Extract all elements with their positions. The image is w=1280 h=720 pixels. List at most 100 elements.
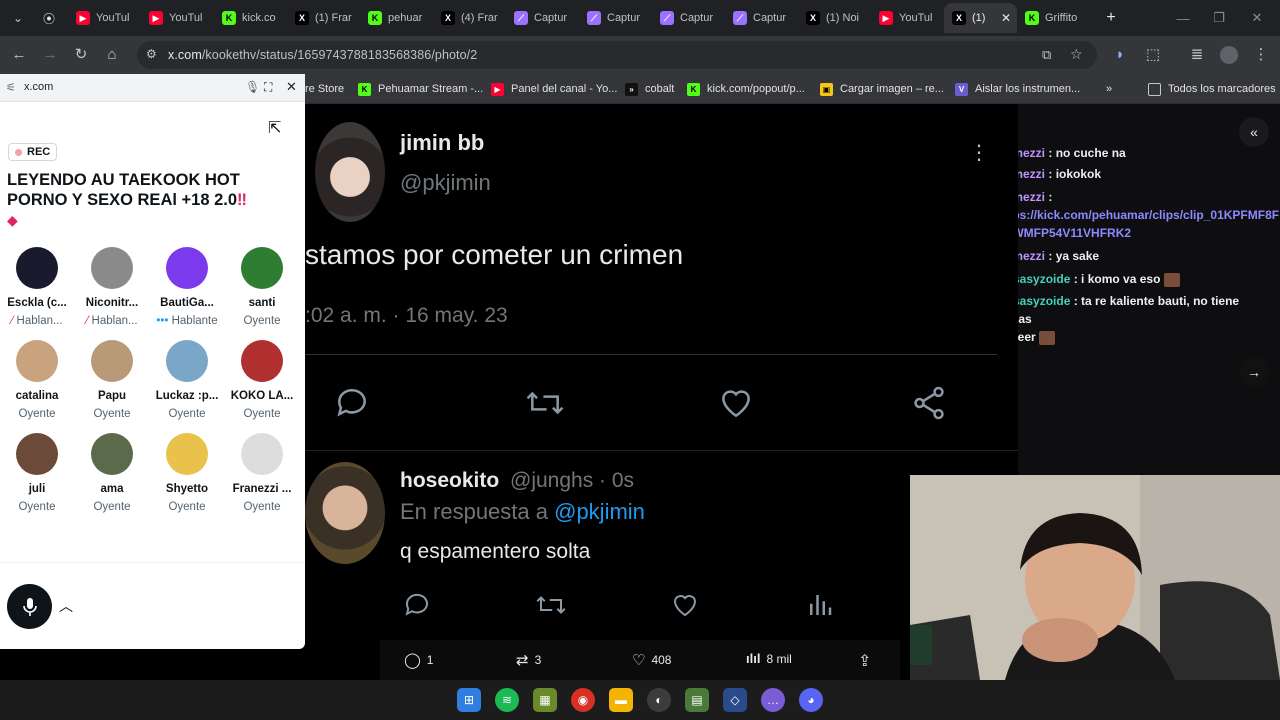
bookmarks-overflow-icon[interactable]: »	[1106, 80, 1112, 98]
participant[interactable]: Niconitr... ⁄ Hablan...	[75, 247, 149, 327]
bookmark-2[interactable]: ▶ Panel del canal - Yo...	[491, 80, 617, 98]
expand-space-icon[interactable]: ⇱	[268, 118, 281, 138]
install-app-icon[interactable]: ⧉	[1042, 47, 1051, 63]
browser-tab[interactable]: X (1) Noi	[798, 3, 871, 33]
chat-username[interactable]: sasyzoide	[1018, 272, 1070, 286]
retweets-stat[interactable]: ⇄ 3	[516, 651, 541, 669]
record-icon[interactable]: ⦿	[36, 5, 62, 31]
close-window-button[interactable]: ✕	[1234, 0, 1280, 36]
address-bar[interactable]: ⚙ x.com/kookethv/status/1659743788183568…	[137, 41, 1097, 69]
reply-author-meta[interactable]: @junghs · 0s	[510, 469, 634, 493]
participant[interactable]: Franezzi ... Oyente	[225, 433, 299, 513]
collapse-chat-icon[interactable]: «	[1239, 117, 1269, 147]
tweet-timestamp[interactable]: :02 a. m. · 16 may. 23	[305, 304, 508, 328]
bookmark-star-icon[interactable]: ☆	[1070, 46, 1083, 63]
likes-stat[interactable]: ♡ 408	[632, 651, 671, 669]
site-info-icon[interactable]: ⚙	[146, 47, 157, 61]
browser-tab[interactable]: ⟋ Captur	[652, 3, 725, 33]
menu-icon[interactable]: ⋮	[1251, 45, 1271, 65]
close-tab-icon[interactable]: ✕	[1001, 11, 1011, 25]
browser-tab[interactable]: ⟋ Captur	[506, 3, 579, 33]
bookmark-5[interactable]: ▣ Cargar imagen – re...	[820, 80, 944, 98]
reply-icon[interactable]	[402, 590, 432, 620]
participant[interactable]: Shyetto Oyente	[150, 433, 224, 513]
participant[interactable]: Luckaz :p... Oyente	[150, 340, 224, 420]
spotify-icon[interactable]: ≋	[495, 688, 519, 712]
obs-icon[interactable]: ◐	[647, 688, 671, 712]
windows-start-icon[interactable]: ⊞	[457, 688, 481, 712]
chat-username[interactable]: Franezzi	[1018, 249, 1045, 263]
views-stat[interactable]: ılıl 8 mil	[746, 651, 792, 666]
replies-stat[interactable]: ◯ 1	[404, 651, 433, 669]
bookmark-6[interactable]: V Aislar los instrumen...	[955, 80, 1080, 98]
new-tab-button[interactable]: +	[1098, 5, 1124, 31]
share-icon[interactable]	[910, 384, 948, 422]
retweet-icon[interactable]	[523, 384, 567, 422]
extensions-icon[interactable]: ⬚	[1143, 45, 1163, 65]
close-icon[interactable]: ✕	[286, 79, 297, 95]
participant[interactable]: Papu Oyente	[75, 340, 149, 420]
reply-author-name[interactable]: hoseokito	[400, 469, 499, 493]
like-icon[interactable]	[670, 590, 700, 620]
participant[interactable]: KOKO LA... Oyente	[225, 340, 299, 420]
chrome-icon[interactable]: ◉	[571, 688, 595, 712]
reply-handle-link[interactable]: @pkjimin	[554, 499, 645, 524]
bookmark-0[interactable]: re Store	[305, 80, 344, 98]
expand-icon[interactable]: ⛶	[264, 80, 272, 95]
browser-tab[interactable]: ⟋ Captur	[725, 3, 798, 33]
bookmark-4[interactable]: Kkick.com/popout/p...	[687, 80, 805, 98]
profile-avatar[interactable]	[1220, 46, 1238, 64]
chat-app-icon[interactable]: …	[761, 688, 785, 712]
chat-link[interactable]: https://kick.com/pehuamar/clips/clip_01K…	[1018, 208, 1279, 222]
participant[interactable]: santi Oyente	[225, 247, 299, 327]
participant[interactable]: juli Oyente	[0, 433, 74, 513]
participant[interactable]: Esckla (c... ⁄ Hablan...	[0, 247, 74, 327]
browser-tab[interactable]: Kpehuar	[360, 3, 433, 33]
browser-tab[interactable]: X (1) Frar	[287, 3, 360, 33]
url-text[interactable]: x.com/kookethv/status/165974378818356838…	[168, 48, 477, 62]
file-explorer-icon[interactable]: ▬	[609, 688, 633, 712]
participant[interactable]: ama Oyente	[75, 433, 149, 513]
more-options-icon[interactable]: ⋮	[969, 140, 989, 165]
browser-tab[interactable]: ▶ YouTul	[871, 3, 944, 33]
chat-username[interactable]: Franezzi	[1018, 146, 1045, 160]
app-icon[interactable]: ▦	[533, 688, 557, 712]
browser-tab[interactable]: ▶ YouTul	[68, 3, 141, 33]
avatar[interactable]	[315, 122, 385, 222]
reading-list-icon[interactable]: ≣	[1187, 45, 1207, 65]
bookmark-1[interactable]: K Pehuamar Stream -...	[358, 80, 483, 98]
browser-tab[interactable]: ▶ YouTul	[141, 3, 214, 33]
chat-link[interactable]: YFWMFP54V11VHFRK2	[1018, 226, 1131, 240]
chat-username[interactable]: Franezzi	[1018, 167, 1045, 181]
discord-icon[interactable]: ◕	[799, 688, 823, 712]
home-icon[interactable]: ⌂	[102, 45, 122, 65]
reload-icon[interactable]: ↻	[71, 45, 91, 65]
microphone-icon[interactable]: 🎙	[245, 80, 260, 94]
tweet-author-handle[interactable]: @pkjimin	[400, 170, 491, 196]
participant[interactable]: catalina Oyente	[0, 340, 74, 420]
chat-username[interactable]: Franezzi	[1018, 190, 1045, 204]
browser-tab[interactable]: ⟋ Captur	[579, 3, 652, 33]
views-icon[interactable]	[805, 590, 835, 620]
tab-search-button[interactable]: ⌄	[5, 5, 31, 31]
back-icon[interactable]: ←	[9, 45, 29, 65]
next-photo-icon[interactable]: →	[1239, 357, 1269, 387]
audio-icon[interactable]: ◗	[1110, 45, 1130, 65]
browser-tab[interactable]: Kkick.co	[214, 3, 287, 33]
bookmark-3[interactable]: » cobalt	[625, 80, 674, 98]
share-icon[interactable]: ⇪	[858, 651, 871, 671]
bookmark-folder-all[interactable]: Todos los marcadores	[1148, 80, 1276, 98]
retweet-icon[interactable]	[534, 590, 568, 620]
tweet-author-name[interactable]: jimin bb	[400, 130, 484, 156]
like-icon[interactable]	[717, 384, 755, 422]
forward-icon[interactable]: →	[40, 45, 60, 65]
browser-tab[interactable]: X (1) ✕	[944, 3, 1017, 33]
app-icon[interactable]: ◇	[723, 688, 747, 712]
avatar[interactable]	[305, 462, 385, 564]
browser-tab[interactable]: K Griffito	[1017, 3, 1090, 33]
app-icon[interactable]: ▤	[685, 688, 709, 712]
participant[interactable]: BautiGa... ••• Hablante	[150, 247, 224, 327]
tune-icon[interactable]: ⚟	[6, 81, 16, 94]
browser-tab[interactable]: X (4) Frar	[433, 3, 506, 33]
chevron-up-icon[interactable]: ︿	[59, 596, 73, 616]
